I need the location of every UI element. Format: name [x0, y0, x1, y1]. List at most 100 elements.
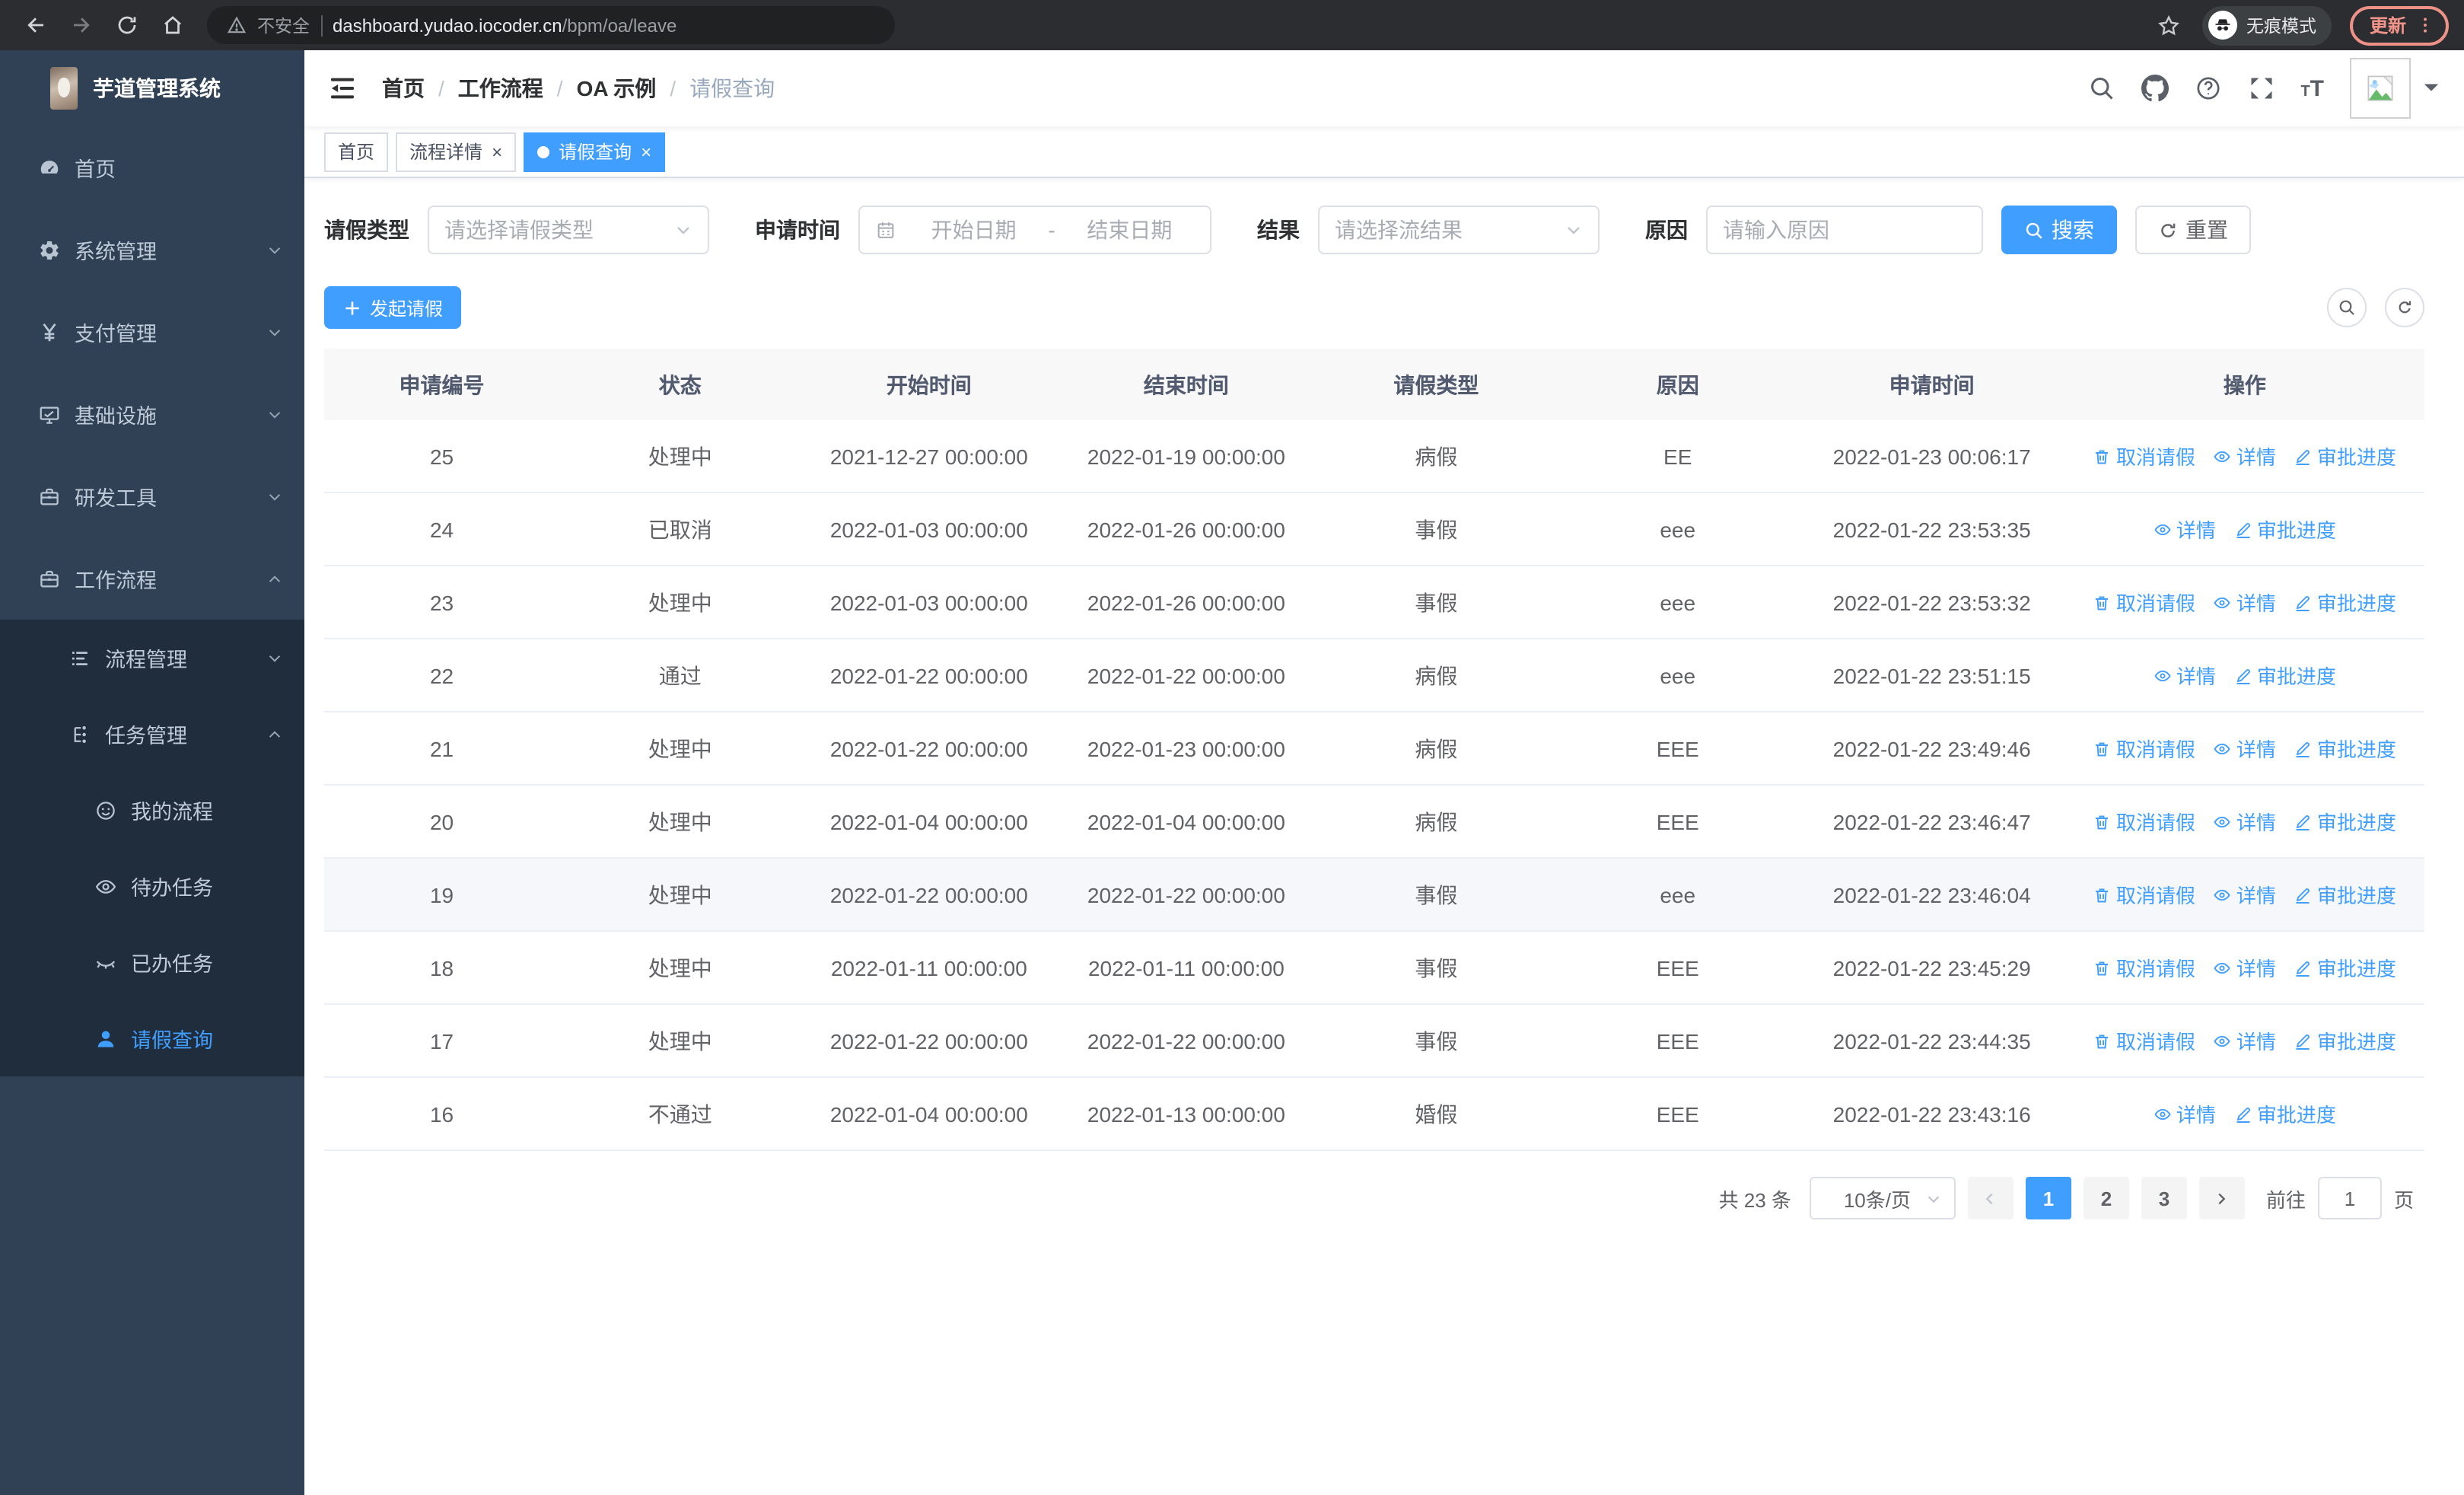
navbar: 首页 / 工作流程 / OA 示例 / 请假查询 TT — [304, 50, 2464, 126]
progress-leave-link[interactable]: 审批进度 — [2234, 661, 2336, 690]
progress-leave-link[interactable]: 审批进度 — [2294, 734, 2396, 763]
browser-forward-button[interactable] — [61, 5, 100, 45]
font-size-icon[interactable]: TT — [2300, 77, 2324, 100]
cancel-leave-link[interactable]: 取消请假 — [2093, 953, 2195, 982]
chevron-down-icon[interactable] — [2423, 82, 2440, 94]
logo-image — [50, 67, 78, 110]
progress-leave-link[interactable]: 审批进度 — [2294, 880, 2396, 909]
tab-流程详情[interactable]: 流程详情 × — [396, 132, 517, 171]
browser-home-button[interactable] — [152, 5, 192, 45]
cell-type: 事假 — [1415, 1028, 1458, 1053]
close-icon[interactable]: × — [641, 142, 651, 161]
tab-请假查询[interactable]: 请假查询 × — [524, 132, 666, 171]
sidebar-item-todo-tasks[interactable]: 待办任务 — [0, 848, 304, 924]
url-host: dashboard.yudao.iocoder.cn — [333, 14, 562, 36]
sidebar-item-devtools[interactable]: 研发工具 — [0, 455, 304, 537]
hide-search-button[interactable] — [2327, 288, 2367, 327]
cancel-leave-link[interactable]: 取消请假 — [2093, 880, 2195, 909]
breadcrumb-item[interactable]: 首页 — [382, 73, 425, 104]
breadcrumb-item[interactable]: OA 示例 — [577, 73, 657, 104]
cell-end: 2022-01-22 00:00:00 — [1087, 882, 1285, 907]
detail-leave-link[interactable]: 详情 — [2214, 734, 2276, 763]
detail-leave-link[interactable]: 详情 — [2154, 515, 2216, 543]
create-leave-button[interactable]: 发起请假 — [324, 286, 462, 329]
action-label: 审批进度 — [2256, 519, 2336, 542]
sidebar-item-done-tasks[interactable]: 已办任务 — [0, 924, 304, 1000]
pager-pages: 123 — [2025, 1177, 2187, 1219]
list-icon — [68, 646, 91, 669]
table-row: 25 处理中 2021-12-27 00:00:00 2022-01-19 00:00… — [324, 420, 2424, 493]
cancel-leave-link[interactable]: 取消请假 — [2093, 1026, 2195, 1055]
goto-page-input[interactable] — [2317, 1177, 2382, 1219]
progress-leave-link[interactable]: 审批进度 — [2294, 441, 2396, 470]
breadcrumb-item[interactable]: 工作流程 — [458, 73, 543, 104]
github-icon[interactable] — [2141, 75, 2169, 102]
cell-start: 2022-01-03 00:00:00 — [829, 517, 1028, 541]
incognito-badge: 无痕模式 — [2201, 5, 2332, 45]
progress-leave-link[interactable]: 审批进度 — [2234, 1099, 2336, 1128]
sidebar-item-task-mgmt[interactable]: 任务管理 — [0, 696, 304, 772]
prev-page-button[interactable] — [1967, 1177, 2014, 1219]
fullscreen-icon[interactable] — [2247, 75, 2275, 102]
apply-time-label: 申请时间 — [755, 218, 840, 242]
cell-actions: 取消请假 详情 审批进度 — [2065, 1026, 2424, 1055]
cancel-leave-link[interactable]: 取消请假 — [2093, 441, 2195, 470]
cancel-leave-link[interactable]: 取消请假 — [2093, 588, 2195, 617]
close-icon[interactable]: × — [492, 142, 502, 161]
view-eye-icon — [2154, 1105, 2172, 1123]
page-button-1[interactable]: 1 — [2025, 1177, 2071, 1219]
cancel-leave-link[interactable]: 取消请假 — [2093, 734, 2195, 763]
detail-leave-link[interactable]: 详情 — [2214, 1026, 2276, 1055]
progress-leave-link[interactable]: 审批进度 — [2294, 588, 2396, 617]
sidebar-item-my-process[interactable]: 我的流程 — [0, 772, 304, 848]
browser-reload-button[interactable] — [107, 5, 146, 45]
progress-leave-link[interactable]: 审批进度 — [2294, 953, 2396, 982]
detail-leave-link[interactable]: 详情 — [2214, 807, 2276, 836]
progress-leave-link[interactable]: 审批进度 — [2234, 515, 2336, 543]
refresh-icon — [2396, 298, 2414, 317]
detail-leave-link[interactable]: 详情 — [2214, 588, 2276, 617]
detail-leave-link[interactable]: 详情 — [2214, 953, 2276, 982]
cancel-leave-link[interactable]: 取消请假 — [2093, 807, 2195, 836]
reason-input[interactable]: 请输入原因 — [1706, 206, 1983, 254]
detail-leave-link[interactable]: 详情 — [2214, 880, 2276, 909]
eye-closed-icon — [94, 951, 117, 974]
bookmark-star-icon[interactable] — [2157, 13, 2181, 37]
detail-leave-link[interactable]: 详情 — [2154, 661, 2216, 690]
sidebar-collapse-icon[interactable] — [327, 73, 358, 104]
reset-button[interactable]: 重置 — [2135, 206, 2251, 254]
app-logo[interactable]: 芋道管理系统 — [0, 50, 304, 126]
browser-update-button[interactable]: 更新 — [2349, 5, 2449, 45]
sidebar-item-system[interactable]: 系统管理 — [0, 209, 304, 291]
sidebar-item-home[interactable]: 首页 — [0, 126, 304, 209]
search-button[interactable]: 搜索 — [2001, 206, 2117, 254]
cell-applied: 2022-01-22 23:43:16 — [1832, 1101, 2031, 1126]
sidebar-item-leave-query[interactable]: 请假查询 — [0, 1000, 304, 1076]
detail-leave-link[interactable]: 详情 — [2154, 1099, 2216, 1128]
leave-type-select[interactable]: 请选择请假类型 — [428, 206, 709, 254]
refresh-table-button[interactable] — [2385, 288, 2424, 327]
avatar[interactable] — [2350, 58, 2411, 119]
detail-leave-link[interactable]: 详情 — [2214, 441, 2276, 470]
sidebar-item-process-mgmt[interactable]: 流程管理 — [0, 620, 304, 696]
content: 请假类型 请选择请假类型 申请时间 开始日期 - 结束日期 结果 请选择流结果 … — [304, 178, 2464, 1495]
page-button-3[interactable]: 3 — [2141, 1177, 2187, 1219]
tab-首页[interactable]: 首页 — [324, 132, 389, 171]
chevron-down-icon — [674, 221, 692, 239]
browser-back-button[interactable] — [15, 5, 55, 45]
active-tab-dot — [537, 145, 550, 158]
browser-menu-icon[interactable] — [2415, 15, 2435, 35]
progress-leave-link[interactable]: 审批进度 — [2294, 1026, 2396, 1055]
url-bar[interactable]: 不安全 dashboard.yudao.iocoder.cn/bpm/oa/le… — [207, 6, 895, 44]
apply-time-range-picker[interactable]: 开始日期 - 结束日期 — [858, 206, 1211, 254]
sidebar-item-workflow[interactable]: 工作流程 — [0, 537, 304, 620]
sidebar-item-infra[interactable]: 基础设施 — [0, 373, 304, 455]
page-size-select[interactable]: 10条/页 — [1809, 1177, 1956, 1219]
help-icon[interactable] — [2194, 75, 2221, 102]
page-button-2[interactable]: 2 — [2083, 1177, 2129, 1219]
result-select[interactable]: 请选择流结果 — [1318, 206, 1600, 254]
next-page-button[interactable] — [2198, 1177, 2245, 1219]
sidebar-item-payment[interactable]: 支付管理 — [0, 291, 304, 373]
progress-leave-link[interactable]: 审批进度 — [2294, 807, 2396, 836]
search-icon[interactable] — [2087, 75, 2115, 102]
